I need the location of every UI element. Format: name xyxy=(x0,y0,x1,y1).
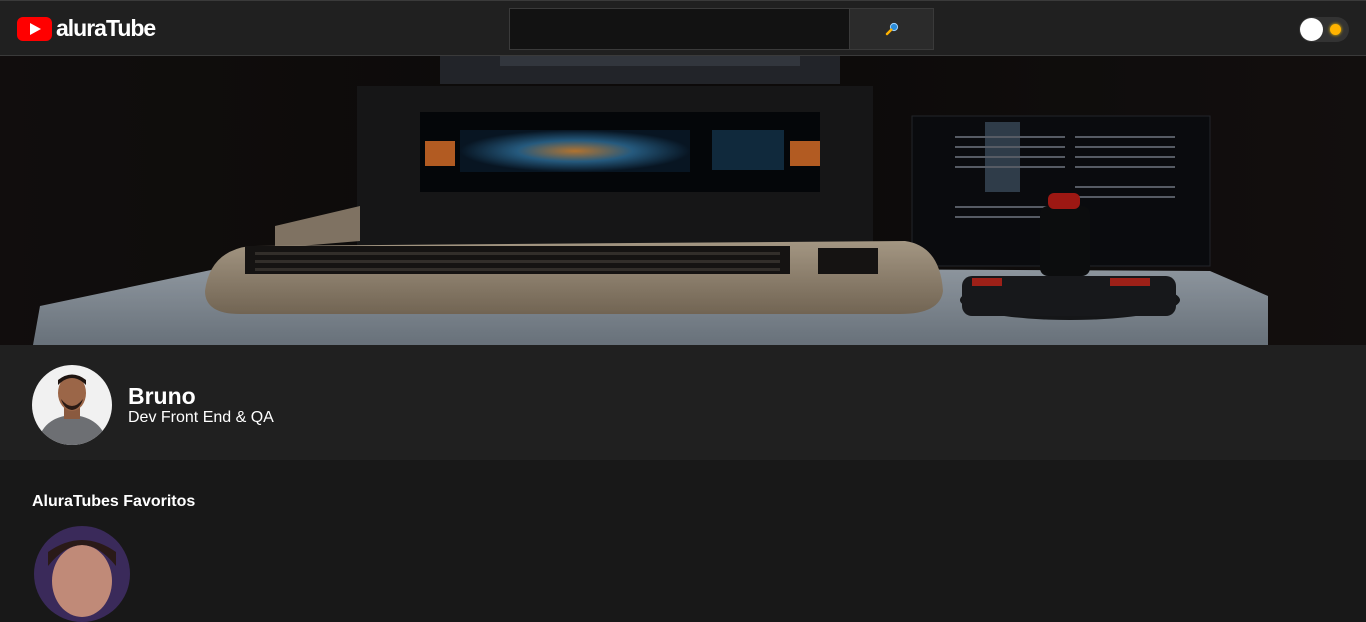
play-icon xyxy=(17,16,52,41)
profile-avatar[interactable] xyxy=(32,365,112,445)
search-bar xyxy=(509,8,934,50)
favorite-avatar[interactable] xyxy=(34,526,130,622)
search-button[interactable] xyxy=(849,9,933,49)
avatar-photo xyxy=(32,365,112,445)
sun-icon xyxy=(1330,24,1341,35)
toggle-knob xyxy=(1300,18,1323,41)
logo-text-rest: Tube xyxy=(105,15,156,41)
search-input[interactable] xyxy=(510,9,850,49)
profile-description: Dev Front End & QA xyxy=(128,409,274,426)
magnifier-icon xyxy=(885,22,898,36)
theme-toggle[interactable] xyxy=(1299,17,1349,42)
profile-banner xyxy=(0,56,1366,345)
favorites-section: AluraTubes Favoritos xyxy=(0,460,1366,622)
favorite-avatar-photo xyxy=(34,526,130,622)
alura-tube-logo[interactable]: aluraTube xyxy=(17,15,156,42)
profile-header: Bruno Dev Front End & QA xyxy=(0,345,1366,460)
top-bar: aluraTube xyxy=(0,0,1366,56)
logo-text: aluraTube xyxy=(56,15,156,42)
favorites-title: AluraTubes Favoritos xyxy=(32,493,196,510)
banner-image xyxy=(0,56,1366,345)
logo-text-bold: alura xyxy=(56,15,107,41)
profile-name: Bruno xyxy=(128,383,196,409)
